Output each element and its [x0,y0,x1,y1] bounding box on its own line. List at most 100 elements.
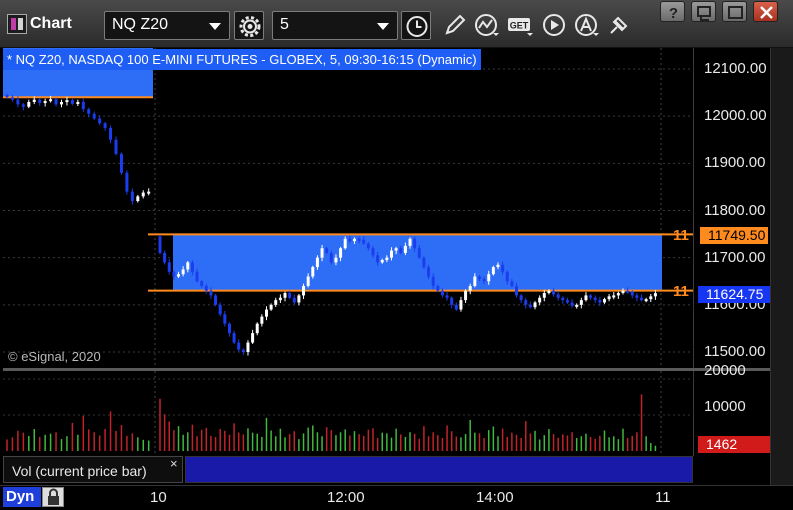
interval-value: 5 [280,16,289,33]
candle [547,290,551,294]
candle [348,238,352,242]
candle [315,257,319,268]
candle [584,295,588,301]
candle [98,118,102,124]
candle [501,264,505,272]
candle [399,248,403,253]
candle [114,139,118,154]
candle [630,291,634,296]
candle [76,102,80,105]
candle [626,290,630,293]
candle [246,342,250,352]
candle [602,299,606,303]
candle [5,94,9,98]
settings-gear-icon[interactable] [234,11,264,40]
candle [320,248,324,258]
study-icon[interactable] [472,11,502,40]
price-tick-label: 12000.00 [704,107,767,125]
symbol-combo[interactable]: NQ Z20 [104,11,230,40]
candle [427,267,431,277]
candle [408,238,412,246]
candle [561,297,565,301]
candle [109,127,113,140]
symbol-value: NQ Z20 [112,16,169,33]
volume-pane[interactable] [3,371,693,456]
candle [209,290,213,296]
candle [343,238,347,249]
candle [431,276,435,286]
candle [598,300,602,303]
candle [533,302,537,308]
candle [371,248,375,256]
volume-info-bar [185,456,693,483]
candle [306,276,310,286]
volume-study-label[interactable]: Vol (current price bar) [3,456,183,483]
copyright-text: © eSignal, 2020 [8,349,101,364]
candle [232,333,236,343]
time-tick-label: 10 [150,489,167,506]
candle [255,323,259,334]
pin-icon[interactable] [604,11,634,40]
candle [158,236,162,253]
candle [413,238,417,249]
candle [644,299,648,302]
candle [380,260,384,263]
scrollbar[interactable] [770,48,793,485]
candle [195,271,199,282]
chart-title: * NQ Z20, NASDAQ 100 E-MINI FUTURES - GL… [3,49,481,70]
dynamic-mode-button[interactable]: Dyn [3,487,41,507]
candle [339,248,343,258]
candle [163,252,167,263]
candle [147,191,151,194]
app-icon [7,14,27,34]
candle [357,238,361,241]
candle [218,304,222,315]
price-tick-label: 12100.00 [704,60,767,77]
close-icon[interactable]: × [170,456,178,471]
candle [260,316,264,324]
candle [450,297,454,305]
candle [385,257,389,261]
app-title: Chart [30,15,72,32]
price-chart[interactable] [3,48,693,368]
candle [141,192,145,197]
candle [87,109,91,114]
candle [538,297,542,303]
chevron-down-icon[interactable] [209,23,221,30]
clock-icon[interactable] [401,11,431,40]
last-price-tag: 11624.75 [698,286,770,303]
candle [237,342,241,350]
candle [302,285,306,296]
candle [43,101,47,104]
alert-icon[interactable] [572,11,602,40]
interval-combo[interactable]: 5 [272,11,398,40]
candle [241,349,245,352]
close-button[interactable] [753,1,778,22]
maximize-button[interactable] [722,1,747,22]
candle [27,102,31,107]
candle [440,290,444,296]
candle [653,293,657,297]
time-tick-label: 11 [655,489,671,506]
pencil-icon[interactable] [440,11,470,40]
lock-icon[interactable] [42,487,64,507]
candle [251,333,255,343]
get-icon[interactable]: GET [506,11,536,40]
candle [570,302,574,306]
chevron-down-icon[interactable] [377,23,389,30]
price-tick-label: 11800.00 [704,201,766,219]
candle [190,262,194,272]
time-axis[interactable]: 10 12:00 14:00 11 [0,485,793,510]
play-icon[interactable] [540,11,570,40]
help-button[interactable]: ? [660,1,685,22]
restore-button[interactable] [691,1,716,22]
candle [167,262,171,272]
candle [542,293,546,298]
price-axis[interactable]: 12100.00 12000.00 11900.00 11800.00 11700.00… [693,48,770,368]
candle [297,295,301,303]
price-pane[interactable] [3,48,693,368]
candle [473,276,477,286]
candle [491,267,495,275]
candle [16,99,20,105]
volume-chart[interactable] [3,371,693,456]
